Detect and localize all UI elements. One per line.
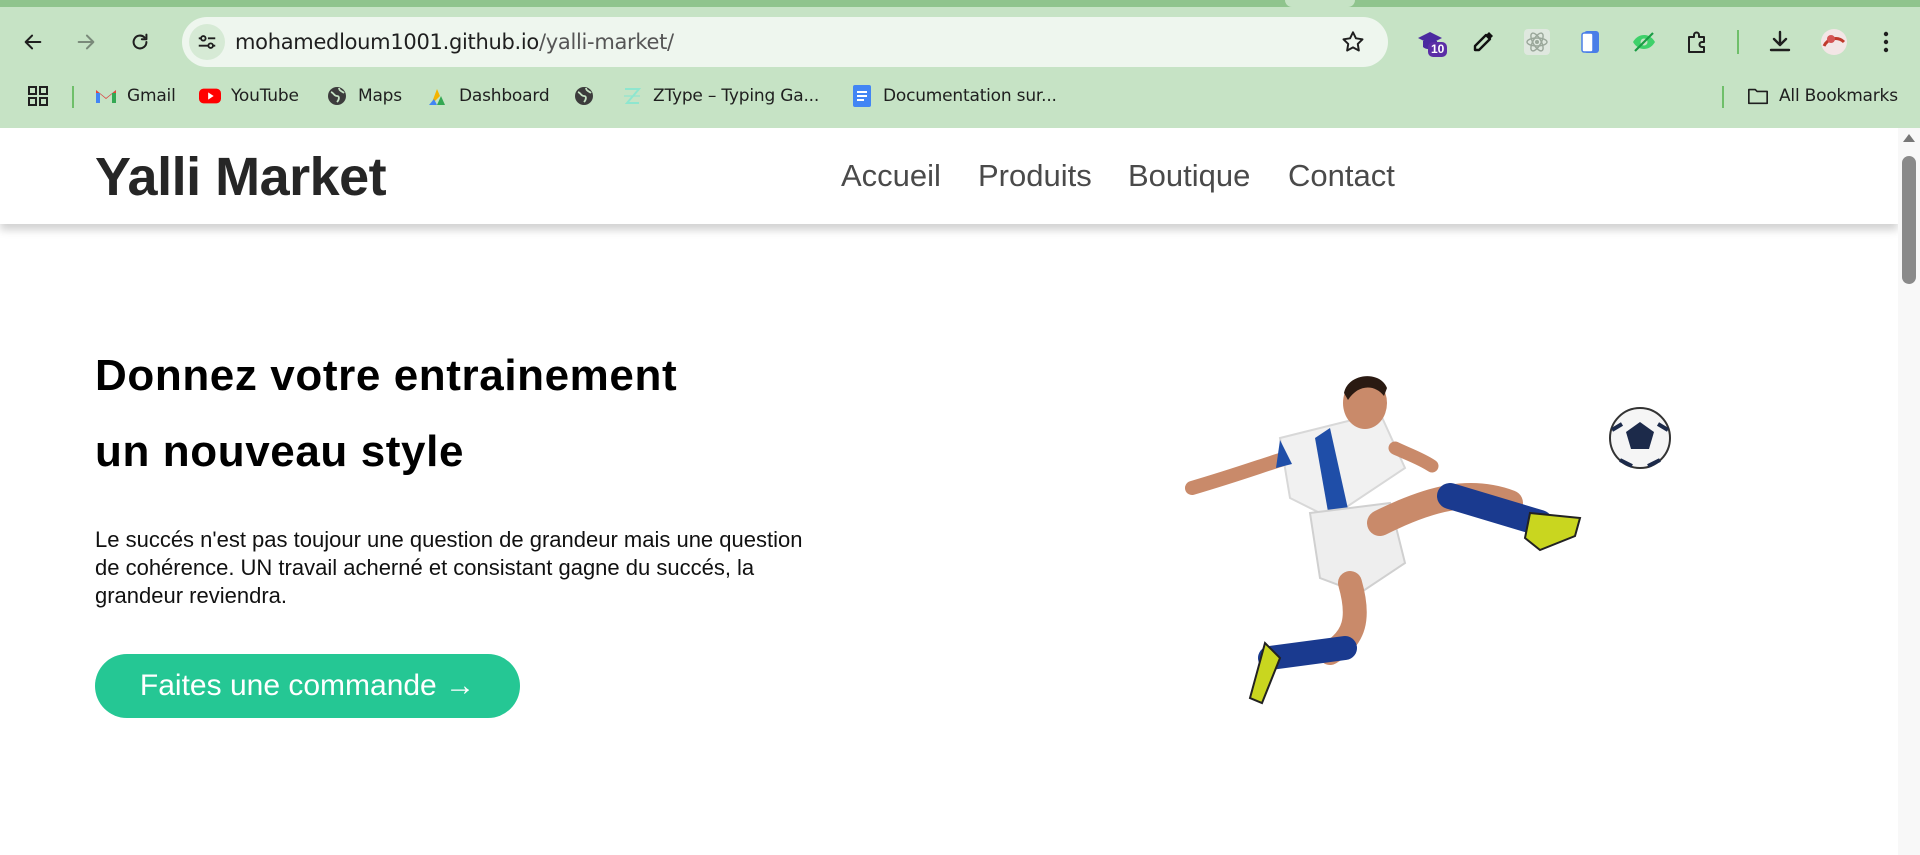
- bookmark-maps[interactable]: Maps: [326, 82, 402, 110]
- forward-arrow-icon: [77, 34, 95, 50]
- bookmark-globe[interactable]: [573, 82, 605, 110]
- bookmark-ztype[interactable]: ZType – Typing Ga...: [621, 82, 819, 110]
- hero-title: Donnez votre entrainement un nouveau sty…: [95, 338, 855, 490]
- site-logo[interactable]: Yalli Market: [95, 146, 387, 208]
- bookmark-label: Maps: [358, 86, 402, 106]
- bookmark-star-icon[interactable]: [1340, 29, 1366, 55]
- bookmarks-bar: Gmail YouTube Maps Dashboard ZType – Typ…: [0, 78, 1920, 114]
- globe-icon: [326, 85, 348, 107]
- react-icon: [1524, 29, 1550, 55]
- tab-strip: [0, 0, 1920, 7]
- scroll-up-arrow-icon[interactable]: [1903, 134, 1915, 142]
- bookmark-gmail[interactable]: Gmail: [95, 82, 176, 110]
- bookmark-label: YouTube: [231, 86, 299, 106]
- page-scrollbar[interactable]: [1898, 128, 1920, 855]
- hero-title-line-1: Donnez votre entrainement: [95, 351, 678, 400]
- download-icon: [1769, 30, 1791, 52]
- eyedropper-icon: [1473, 32, 1493, 52]
- active-tab-notch: [1285, 0, 1355, 7]
- toolbar-separator: [1737, 30, 1739, 54]
- bookmark-separator: [1722, 86, 1724, 108]
- puzzle-icon: [1688, 31, 1705, 53]
- back-arrow-icon: [24, 34, 42, 50]
- nav-link-boutique[interactable]: Boutique: [1128, 158, 1250, 194]
- apps-grid-icon: [28, 86, 48, 106]
- nav-link-contact[interactable]: Contact: [1288, 158, 1395, 194]
- browser-toolbar: mohamedloum1001.github.io/yalli-market/ …: [0, 0, 1920, 128]
- globe-icon: [573, 85, 595, 107]
- ztype-icon: [621, 85, 643, 107]
- url-host: mohamedloum1001.github.io: [235, 30, 539, 54]
- bookmark-label: Dashboard: [459, 86, 550, 106]
- extension-eye[interactable]: [1628, 26, 1660, 58]
- back-button[interactable]: [13, 22, 53, 62]
- kebab-menu-icon: [1883, 31, 1889, 53]
- all-bookmarks-button[interactable]: All Bookmarks: [1747, 82, 1898, 110]
- extension-graduation[interactable]: 10: [1414, 26, 1448, 58]
- docs-icon: [851, 85, 873, 107]
- forward-button[interactable]: [66, 22, 106, 62]
- extensions-button[interactable]: [1682, 26, 1714, 58]
- site-info-button[interactable]: [189, 24, 225, 60]
- reload-button[interactable]: [120, 22, 160, 62]
- bookmark-separator: [72, 86, 74, 108]
- bookmark-label: Documentation sur...: [883, 86, 1057, 106]
- order-button[interactable]: Faites une commande →: [95, 654, 520, 718]
- bookmark-youtube[interactable]: YouTube: [199, 82, 299, 110]
- url-text[interactable]: mohamedloum1001.github.io/yalli-market/: [235, 30, 674, 54]
- web-page: Yalli Market Accueil Produits Boutique C…: [0, 128, 1898, 855]
- tune-icon: [198, 35, 216, 49]
- gmail-icon: [95, 85, 117, 107]
- menu-button[interactable]: [1870, 26, 1902, 58]
- nav-link-accueil[interactable]: Accueil: [841, 158, 941, 194]
- all-bookmarks-label: All Bookmarks: [1779, 86, 1898, 106]
- youtube-icon: [199, 85, 221, 107]
- extension-badge: 10: [1428, 42, 1448, 57]
- profile-button[interactable]: [1818, 26, 1850, 58]
- dashboard-icon: [427, 85, 449, 107]
- address-bar[interactable]: mohamedloum1001.github.io/yalli-market/: [182, 17, 1388, 67]
- extension-react[interactable]: [1521, 26, 1553, 58]
- url-path: /yalli-market/: [538, 30, 674, 54]
- nav-link-produits[interactable]: Produits: [978, 158, 1092, 194]
- site-header: Yalli Market Accueil Produits Boutique C…: [0, 128, 1898, 224]
- avatar: [1821, 29, 1847, 55]
- eye-slash-icon: [1633, 32, 1655, 52]
- extension-eyedropper[interactable]: [1467, 26, 1499, 58]
- hero-title-line-2: un nouveau style: [95, 427, 465, 476]
- reload-icon: [132, 33, 148, 50]
- soccer-player-image: [1185, 376, 1671, 705]
- bookmark-label: ZType – Typing Ga...: [653, 86, 820, 106]
- folder-icon: [1747, 85, 1769, 107]
- downloads-button[interactable]: [1764, 26, 1796, 58]
- apps-button[interactable]: [27, 82, 49, 110]
- hero-description: Le succés n'est pas toujour une question…: [95, 527, 803, 608]
- device-icon: [1581, 31, 1599, 53]
- bookmark-docs[interactable]: Documentation sur...: [851, 82, 1057, 110]
- bookmark-label: Gmail: [127, 86, 176, 106]
- extension-device[interactable]: [1575, 26, 1607, 58]
- scroll-thumb[interactable]: [1902, 156, 1916, 284]
- bookmark-dashboard[interactable]: Dashboard: [427, 82, 550, 110]
